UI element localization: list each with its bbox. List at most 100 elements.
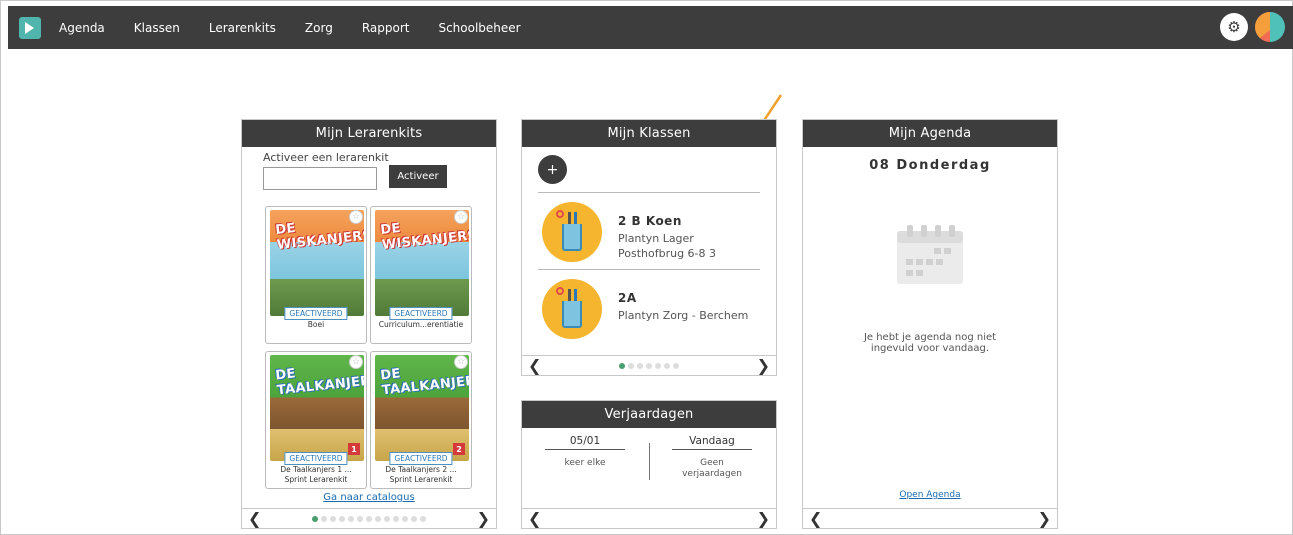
class-school: Plantyn Lager	[618, 232, 694, 245]
chevron-right-icon[interactable]: ❯	[1038, 510, 1051, 527]
pagination-dot[interactable]	[673, 362, 679, 369]
nav-item-rapport[interactable]: Rapport	[362, 21, 410, 35]
kit-title: De Taalkanjers 1 ... Sprint Lerarenkit	[280, 465, 352, 484]
klassen-title: Mijn Klassen	[522, 120, 776, 147]
agenda-title: Mijn Agenda	[803, 120, 1057, 147]
nav-item-klassen[interactable]: Klassen	[134, 21, 180, 35]
pagination-dot[interactable]	[664, 362, 670, 369]
nav-item-agenda[interactable]: Agenda	[59, 21, 105, 35]
pagination-dot[interactable]	[357, 515, 363, 522]
chevron-right-icon[interactable]: ❯	[757, 357, 770, 374]
chevron-left-icon[interactable]: ❮	[528, 510, 541, 527]
catalog-link[interactable]: Ga naar catalogus	[242, 492, 496, 503]
pencil-cup-icon	[542, 202, 602, 262]
kit-cover-image: DE TAALKANJERS 2	[375, 355, 469, 461]
verjaardagen-panel: Verjaardagen 05/01 keer elke Vandaag Gee…	[521, 400, 777, 529]
klassen-pager: ❮ ❯	[522, 355, 776, 375]
divider	[538, 192, 760, 193]
pagination-dot[interactable]	[646, 362, 652, 369]
pagination-dot[interactable]	[411, 515, 417, 522]
nav-item-lerarenkits[interactable]: Lerarenkits	[209, 21, 276, 35]
pagination-dot[interactable]	[312, 515, 318, 522]
agenda-empty-message: Je hebt je agenda nog niet ingevuld voor…	[863, 332, 997, 354]
kit-cover-image: DE WISKANJERS	[375, 210, 469, 316]
chevron-left-icon[interactable]: ❮	[248, 510, 261, 527]
pagination-dots	[312, 515, 426, 522]
klassen-panel: Mijn Klassen + 2 B Koen Plantyn Lager Po…	[521, 119, 777, 376]
verjaardagen-pager: ❮ ❯	[522, 508, 776, 528]
class-name: 2 B Koen	[618, 214, 682, 228]
nav-item-zorg[interactable]: Zorg	[305, 21, 333, 35]
activate-code-input[interactable]	[263, 167, 377, 190]
kit-title: Boei	[307, 320, 325, 329]
pagination-dot[interactable]	[330, 515, 336, 522]
verjaardagen-title: Verjaardagen	[522, 401, 776, 428]
pagination-dot[interactable]	[384, 515, 390, 522]
star-icon[interactable]: ☆	[454, 355, 468, 369]
top-icons: ⚙	[1220, 12, 1285, 42]
pagination-dot[interactable]	[655, 362, 661, 369]
pagination-dot[interactable]	[402, 515, 408, 522]
activate-button[interactable]: Activeer	[389, 165, 447, 188]
chevron-left-icon[interactable]: ❮	[528, 357, 541, 374]
page: Agenda Klassen Lerarenkits Zorg Rapport …	[0, 0, 1293, 535]
brand-logo-icon[interactable]	[1255, 12, 1285, 42]
activated-badge: GEACTIVEERD	[284, 452, 348, 465]
agenda-date: 08 Donderdag	[869, 158, 991, 173]
kit-title: De Taalkanjers 2 ... Sprint Lerarenkit	[385, 465, 457, 484]
agenda-panel: Mijn Agenda 08 Donderdag Je hebt je agen…	[802, 119, 1058, 529]
birthday-date-value: keer elke	[564, 458, 606, 468]
birthday-today-head: Vandaag	[672, 435, 752, 450]
pagination-dot[interactable]	[366, 515, 372, 522]
pagination-dot[interactable]	[348, 515, 354, 522]
kit-card[interactable]: DE TAALKANJERS 2 ☆ GEACTIVEERD De Taalka…	[370, 351, 472, 489]
pagination-dot[interactable]	[321, 515, 327, 522]
agenda-pager: ❮ ❯	[803, 508, 1057, 528]
lerarenkits-panel: Mijn Lerarenkits Activeer een lerarenkit…	[241, 119, 497, 529]
pagination-dot[interactable]	[420, 515, 426, 522]
add-class-button[interactable]: +	[538, 155, 567, 184]
pagination-dots	[619, 362, 679, 369]
kit-title: Curriculum...erentiatie	[378, 320, 464, 329]
star-icon[interactable]: ☆	[349, 355, 363, 369]
lerarenkits-title: Mijn Lerarenkits	[242, 120, 496, 147]
chevron-left-icon[interactable]: ❮	[809, 510, 822, 527]
main-nav: Agenda Klassen Lerarenkits Zorg Rapport …	[59, 21, 550, 35]
gear-icon[interactable]: ⚙	[1220, 13, 1248, 41]
activated-badge: GEACTIVEERD	[389, 452, 453, 465]
pagination-dot[interactable]	[628, 362, 634, 369]
pencil-cup-icon	[542, 279, 602, 339]
kit-cover-image: DE TAALKANJERS 1	[270, 355, 364, 461]
birthday-today-value: Geen verjaardagen	[682, 458, 742, 479]
pagination-dot[interactable]	[393, 515, 399, 522]
open-agenda-link[interactable]: Open Agenda	[803, 490, 1057, 500]
pagination-dot[interactable]	[637, 362, 643, 369]
app-logo-icon[interactable]	[19, 16, 41, 39]
pagination-dot[interactable]	[619, 362, 625, 369]
class-item[interactable]: 2A Plantyn Zorg - Berchem	[538, 273, 760, 345]
class-address: Posthofbrug 6-8 3	[618, 247, 717, 260]
class-item[interactable]: 2 B Koen Plantyn Lager Posthofbrug 6-8 3	[538, 196, 760, 268]
kit-number-badge: 2	[453, 443, 465, 455]
kit-card[interactable]: DE WISKANJERS ☆ GEACTIVEERD Curriculum..…	[370, 206, 472, 344]
pagination-dot[interactable]	[375, 515, 381, 522]
star-icon[interactable]: ☆	[349, 210, 363, 224]
kit-card[interactable]: DE WISKANJERS ☆ GEACTIVEERD Boei	[265, 206, 367, 344]
calendar-icon	[897, 225, 963, 284]
kit-number-badge: 1	[348, 443, 360, 455]
nav-item-schoolbeheer[interactable]: Schoolbeheer	[438, 21, 520, 35]
activated-badge: GEACTIVEERD	[389, 307, 453, 320]
kit-card[interactable]: DE TAALKANJERS 1 ☆ GEACTIVEERD De Taalka…	[265, 351, 367, 489]
birthday-date-head: 05/01	[545, 435, 625, 450]
pagination-dot[interactable]	[339, 515, 345, 522]
class-name: 2A	[618, 291, 637, 305]
activated-badge: GEACTIVEERD	[284, 307, 348, 320]
kit-cover-image: DE WISKANJERS	[270, 210, 364, 316]
star-icon[interactable]: ☆	[454, 210, 468, 224]
class-school: Plantyn Zorg - Berchem	[618, 309, 749, 322]
chevron-right-icon[interactable]: ❯	[757, 510, 770, 527]
birthday-today-column: Vandaag Geen verjaardagen	[672, 435, 752, 480]
chevron-right-icon[interactable]: ❯	[477, 510, 490, 527]
divider	[538, 269, 760, 270]
top-navbar: Agenda Klassen Lerarenkits Zorg Rapport …	[8, 6, 1293, 49]
